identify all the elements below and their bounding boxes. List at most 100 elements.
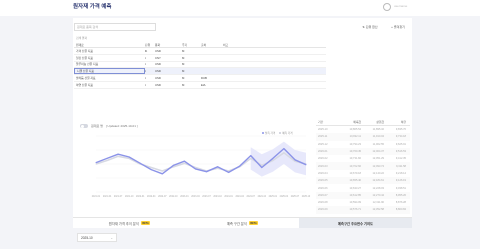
x-tick-label: 2021-10 (125, 196, 134, 198)
table-row[interactable]: 아연 선물 지표 t USD M EIA (74, 82, 326, 89)
forecast-row: 2026-09 10,576.71 12,352.58 8,800.84 (316, 206, 410, 214)
forecast-cell: 9,412.35 (395, 157, 406, 161)
data-point (250, 157, 252, 159)
tab-price-trend[interactable]: 원자재 가격 추이 분석 BETA (73, 218, 186, 228)
table-cell: lb (145, 48, 148, 53)
forecast-cell: 10,633.27 (349, 186, 361, 190)
forecast-row: 2026-01 10,760.45 12,004.37 9,516.53 (316, 147, 410, 156)
table-cell: M (182, 55, 185, 60)
data-point (106, 160, 108, 161)
forecast-cell: 12,184.61 (372, 179, 384, 183)
tab-label: 예측 구간 분석 (226, 221, 247, 226)
forecast-cell: 2025-10 (318, 128, 328, 132)
data-point (117, 153, 119, 155)
favorite-button[interactable]: + 즐겨찾기 (385, 22, 411, 31)
data-point (150, 167, 152, 168)
data-point (172, 164, 174, 166)
table-cell: DUB (201, 76, 207, 81)
forecast-row: 2026-04 10,679.18 12,140.22 9,218.14 (316, 170, 410, 177)
header-cell: 비고 (223, 42, 229, 47)
x-tick-label: 2025-01 (269, 196, 278, 198)
x-tick-label: 2021-04 (103, 196, 112, 198)
tab-variable-contribution[interactable]: 예측구간 주요변수 기여도 (299, 218, 412, 228)
forecast-cell: 10,702.66 (349, 164, 361, 168)
user-name[interactable]: username (394, 4, 407, 8)
forecast-cell: 9,311.58 (396, 164, 406, 168)
forecast-cell: 10,612.85 (349, 193, 361, 197)
header-cell: 주기 (182, 42, 188, 47)
forecast-cell: 10,731.82 (349, 157, 361, 161)
table-cell: 철강 선물 지표 (76, 55, 93, 60)
data-point (239, 165, 241, 167)
forecast-cell: 10,822.11 (349, 135, 361, 139)
data-point (95, 162, 97, 164)
table-row[interactable]: 알루미늄 선물 지표 t USD M (74, 62, 326, 69)
header-cell: 단위 (145, 42, 151, 47)
data-point (272, 160, 274, 161)
data-point (106, 157, 108, 159)
x-tick-label: 2023-01 (180, 196, 189, 198)
forecast-row: 2025-12 10,794.23 11,962.55 9,625.91 (316, 141, 410, 148)
forecast-row: 2026-06 10,633.27 12,228.03 9,038.51 (316, 184, 410, 191)
forecast-cell: 10,576.71 (349, 208, 361, 212)
header-cell: 원재료 (76, 42, 84, 47)
forecast-cell: 2026-09 (318, 208, 328, 212)
x-tick-label: 2024-10 (258, 196, 267, 198)
beta-badge: BETA (248, 221, 259, 225)
table-cell: t (145, 82, 146, 87)
forecast-cell: 12,051.29 (372, 157, 384, 161)
tab-forecast-range[interactable]: 예측 구간 분석 BETA (186, 218, 299, 228)
favorite-label: 즐겨찾기 (393, 24, 405, 29)
table-cell: M (182, 48, 185, 53)
forecast-cell: 9,734.18 (395, 135, 406, 139)
data-point (305, 164, 307, 166)
data-point (261, 164, 263, 166)
table-cell: t (145, 69, 146, 74)
tab-label: 원자재 가격 추이 분석 (108, 221, 139, 226)
table-cell: CNY (155, 55, 161, 60)
forecast-cell: 2025-12 (318, 142, 328, 146)
forecast-cell: 2026-01 (318, 150, 328, 154)
x-tick-label: 2024-01 (224, 196, 233, 198)
data-point (217, 166, 219, 168)
forecast-cell: 9,625.91 (395, 142, 406, 146)
forecast-cell: 8,876.28 (395, 201, 406, 205)
x-tick-label: 2023-10 (213, 196, 222, 198)
forecast-cell: 2025-11 (318, 135, 328, 139)
data-point (228, 171, 230, 173)
forecast-cell: 2026-04 (318, 171, 328, 175)
data-point (117, 155, 119, 157)
table-cell: USD (155, 48, 161, 53)
table-row[interactable]: 니켈 선물 지표 t USD M (74, 68, 326, 76)
forecast-cell: 2026-02 (318, 157, 328, 161)
table-row[interactable]: 팔라듐 선물 지표 t USD M DUB (74, 75, 326, 82)
month-select[interactable]: 2025-10 ⌄ (77, 233, 117, 242)
header-cell: 기간 (318, 119, 324, 124)
search-input[interactable] (74, 23, 156, 31)
table-cell: USD (155, 82, 161, 87)
data-point (139, 162, 141, 164)
forecast-row: 2026-07 10,612.85 12,270.44 8,955.26 (316, 191, 410, 199)
unit-convert-button[interactable]: ⇅ 단위 환산 (359, 22, 381, 31)
beta-badge: BETA (140, 221, 151, 225)
forecast-cell: 10,594.09 (349, 201, 361, 205)
chevron-down-icon: ⌄ (110, 236, 113, 240)
result-label: 검색 결과 (76, 36, 88, 40)
forecast-cell: 8,955.26 (395, 193, 406, 197)
table-row[interactable]: 가격 선물 지표 lb USD M (74, 48, 326, 55)
forecast-cell: 2026-08 (318, 201, 328, 205)
forecast-cell: 2026-07 (318, 193, 328, 197)
x-tick-label: 2021-07 (114, 196, 123, 198)
month-select-value: 2025-10 (81, 235, 93, 240)
forecast-cell: 12,140.22 (372, 171, 384, 175)
table-row[interactable]: 철강 선물 지표 t CNY M (74, 55, 326, 62)
table-cell: 팔라듐 선물 지표 (76, 76, 96, 81)
forecast-cell: 12,004.37 (372, 150, 384, 154)
x-tick-label: 2021-01 (92, 196, 101, 198)
avatar[interactable] (383, 3, 391, 11)
analysis-tabs: 원자재 가격 추이 분석 BETA 예측 구간 분석 BETA 예측구간 주요변… (73, 217, 412, 228)
forecast-row: 2025-11 10,822.11 11,910.04 9,734.18 (316, 133, 410, 141)
table-cell: EIA (201, 82, 206, 87)
tab-label: 예측구간 주요변수 기여도 (337, 221, 374, 226)
forecast-cell: 11,895.32 (372, 128, 384, 132)
